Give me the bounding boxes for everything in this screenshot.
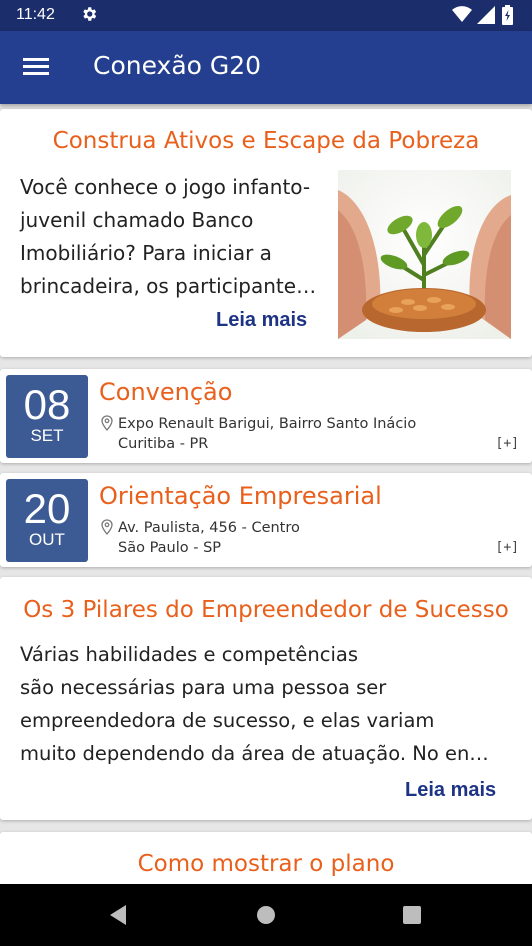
event-address-line2: São Paulo - SP xyxy=(118,540,222,556)
event-title[interactable]: Orientação Empresarial xyxy=(99,482,382,510)
article-excerpt: Várias habilidades e competências são ne… xyxy=(20,638,515,770)
gear-icon xyxy=(80,5,98,27)
event-month: OUT xyxy=(29,530,65,549)
location-pin-icon xyxy=(101,415,113,435)
app-bar: Conexão G20 xyxy=(0,31,532,104)
read-more-link[interactable]: Leia mais xyxy=(216,309,307,332)
event-title[interactable]: Convenção xyxy=(99,378,232,406)
event-address-line2: Curitiba - PR xyxy=(118,436,209,452)
wifi-icon xyxy=(452,6,472,27)
article-card[interactable]: Os 3 Pilares do Empreendedor de Sucesso … xyxy=(0,577,532,820)
article-excerpt: Você conhece o jogo infanto- juvenil cha… xyxy=(20,171,330,303)
article-thumbnail[interactable] xyxy=(338,170,511,339)
event-day: 20 xyxy=(23,485,71,532)
excerpt-line: Imobiliário? Para iniciar a xyxy=(20,241,272,265)
article-title[interactable]: Como mostrar o plano xyxy=(0,851,532,877)
back-icon[interactable] xyxy=(108,904,128,930)
recents-icon[interactable] xyxy=(403,906,421,928)
event-date-box: 20 OUT xyxy=(6,479,88,562)
event-card[interactable]: 20 OUT Orientação Empresarial Av. Paulis… xyxy=(0,473,532,567)
expand-button[interactable]: [+] xyxy=(496,436,519,451)
excerpt-line: juvenil chamado Banco xyxy=(20,208,254,232)
excerpt-line: são necessárias para uma pessoa ser xyxy=(20,676,387,699)
event-day: 08 xyxy=(23,381,71,428)
article-title[interactable]: Construa Ativos e Escape da Pobreza xyxy=(0,128,532,154)
system-navigation-bar xyxy=(0,884,532,946)
excerpt-line: empreendedora de sucesso, e elas variam xyxy=(20,709,435,732)
excerpt-line: muito dependendo da área de atuação. No … xyxy=(20,742,489,765)
status-bar: 11:42 xyxy=(0,0,532,31)
app-title: Conexão G20 xyxy=(93,51,262,80)
event-date-box: 08 SET xyxy=(6,375,88,458)
read-more-link[interactable]: Leia mais xyxy=(405,779,496,802)
excerpt-line: brincadeira, os participante… xyxy=(20,274,317,298)
article-title[interactable]: Os 3 Pilares do Empreendedor de Sucesso xyxy=(0,597,532,623)
event-card[interactable]: 08 SET Convenção Expo Renault Barigui, B… xyxy=(0,369,532,463)
excerpt-line: Você conhece o jogo infanto- xyxy=(20,175,311,199)
excerpt-line: Várias habilidades e competências xyxy=(20,643,358,666)
event-address-line1: Av. Paulista, 456 - Centro xyxy=(118,520,300,536)
event-address-line1: Expo Renault Barigui, Bairro Santo Ináci… xyxy=(118,416,417,432)
expand-button[interactable]: [+] xyxy=(496,540,519,555)
status-time: 11:42 xyxy=(16,6,55,23)
article-card[interactable]: Construa Ativos e Escape da Pobreza Você… xyxy=(0,109,532,357)
menu-icon[interactable] xyxy=(20,55,52,79)
signal-icon xyxy=(477,6,495,28)
home-icon[interactable] xyxy=(256,905,276,929)
event-month: SET xyxy=(30,426,64,445)
location-pin-icon xyxy=(101,519,113,539)
battery-icon xyxy=(502,5,513,29)
